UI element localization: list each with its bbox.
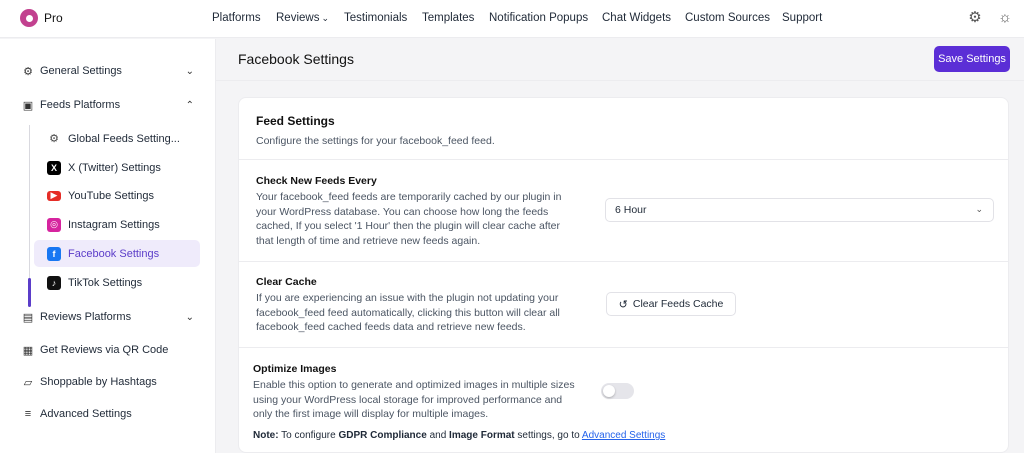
clear-cache-label: Clear Feeds Cache xyxy=(632,298,724,310)
desc-line: that length of time and retrieve new fee… xyxy=(256,234,481,247)
nav-testimonials[interactable]: Testimonials xyxy=(344,12,407,24)
youtube-icon: ▶ xyxy=(47,190,61,201)
optimize-images-toggle[interactable] xyxy=(601,383,634,399)
clear-cache-title: Clear Cache xyxy=(256,276,317,288)
select-value: 6 Hour xyxy=(615,204,647,216)
desc-line: facebook_feed cached feeds data and retr… xyxy=(256,321,526,333)
header-divider xyxy=(216,80,1024,81)
gear-icon: ⚙ xyxy=(23,65,33,78)
active-indicator xyxy=(28,278,31,307)
sidebar-item-advanced-settings[interactable]: ≡ Advanced Settings xyxy=(22,404,132,424)
sidebar-item-general-settings[interactable]: ⚙ General Settings ⌄ xyxy=(22,61,194,81)
sidebar-item-feeds-platforms[interactable]: ▣ Feeds Platforms ⌃ xyxy=(22,95,194,115)
note-text: settings, go to xyxy=(517,430,580,441)
sidebar-item-reviews-platforms[interactable]: ▤ Reviews Platforms ⌄ xyxy=(22,307,194,327)
sidebar-item-label: Facebook Settings xyxy=(68,247,160,260)
chevron-down-icon: ⌄ xyxy=(185,311,194,323)
sidebar-item-tiktok[interactable]: ♪ TikTok Settings xyxy=(34,269,200,296)
nav-support[interactable]: Support xyxy=(782,12,822,24)
nav-custom-sources[interactable]: Custom Sources xyxy=(685,12,770,24)
submenu-line xyxy=(29,125,30,295)
sidebar-item-facebook[interactable]: f Facebook Settings xyxy=(34,240,200,267)
optimize-images-description: Enable this option to generate and optim… xyxy=(253,378,593,422)
sidebar-item-label: General Settings xyxy=(40,65,122,77)
desc-line: Enable this option to generate and optim… xyxy=(253,379,575,391)
gear-icon[interactable]: ⚙ xyxy=(967,10,983,26)
feed-settings-card: Feed Settings Configure the settings for… xyxy=(238,97,1009,453)
tiktok-icon: ♪ xyxy=(47,275,61,290)
save-settings-button[interactable]: Save Settings xyxy=(934,46,1010,72)
divider xyxy=(239,261,1008,262)
chevron-down-icon: ⌄ xyxy=(975,204,983,214)
divider xyxy=(239,347,1008,348)
chevron-down-icon: ⌄ xyxy=(185,65,194,77)
note-text: and xyxy=(429,430,447,441)
instagram-icon: ◎ xyxy=(47,217,61,232)
note-text: To configure xyxy=(281,430,336,441)
sidebar-item-label: YouTube Settings xyxy=(68,189,155,202)
page-title: Facebook Settings xyxy=(238,51,354,67)
gdpr-note: Note: To configure GDPR Compliance and I… xyxy=(253,430,665,441)
clear-cache-description: If you are experiencing an issue with th… xyxy=(256,291,576,335)
sidebar-item-label: Shoppable by Hashtags xyxy=(40,376,157,388)
desc-line: If you are experiencing an issue with th… xyxy=(256,292,559,304)
clear-feeds-cache-button[interactable]: ↺ Clear Feeds Cache xyxy=(606,292,736,316)
sidebar: ⚙ General Settings ⌄ ▣ Feeds Platforms ⌃… xyxy=(0,39,216,453)
card-subtitle: Configure the settings for your facebook… xyxy=(256,135,495,147)
note-bold-image-format: Image Format xyxy=(449,430,515,441)
desc-line: only the first image will display for mu… xyxy=(253,408,489,420)
sidebar-item-qr-code[interactable]: ▦ Get Reviews via QR Code xyxy=(22,340,169,360)
chevron-down-icon: ⌄ xyxy=(321,13,330,23)
desc-line: cached, If you select '1 Hour' then the … xyxy=(256,220,561,232)
sidebar-item-youtube[interactable]: ▶ YouTube Settings xyxy=(34,182,200,209)
sidebar-item-label: Feeds Platforms xyxy=(40,99,121,111)
sidebar-item-label: Get Reviews via QR Code xyxy=(40,344,169,356)
sidebar-item-label: Global Feeds Setting... xyxy=(68,132,180,145)
sidebar-item-shoppable[interactable]: ▱ Shoppable by Hashtags xyxy=(22,372,157,392)
reviews-icon: ▤ xyxy=(22,311,34,324)
brand-logo-icon[interactable] xyxy=(20,9,38,27)
sidebar-item-global-feeds[interactable]: ⚙ Global Feeds Setting... xyxy=(34,125,200,152)
sliders-icon: ≡ xyxy=(24,408,32,420)
qr-code-icon: ▦ xyxy=(22,344,34,357)
desc-line: using your WordPress local storage for i… xyxy=(253,393,563,406)
check-feeds-description: Your facebook_feed feeds are temporarily… xyxy=(256,190,576,248)
check-feeds-title: Check New Feeds Every xyxy=(256,175,377,187)
refresh-icon: ↺ xyxy=(618,298,628,311)
x-twitter-icon: X xyxy=(47,160,61,175)
facebook-icon: f xyxy=(47,246,61,261)
sidebar-item-label: Instagram Settings xyxy=(68,218,160,231)
note-label: Note: xyxy=(253,430,279,441)
sun-icon[interactable]: ☼ xyxy=(997,10,1013,26)
desc-line: facebook_feed feed automatically, clicki… xyxy=(256,306,560,319)
nav-chat-widgets[interactable]: Chat Widgets xyxy=(602,12,671,24)
note-bold-gdpr: GDPR Compliance xyxy=(338,430,427,441)
toggle-knob xyxy=(603,385,615,397)
brand-name: Pro xyxy=(44,11,63,25)
gear-icon: ⚙ xyxy=(49,133,59,145)
optimize-images-title: Optimize Images xyxy=(253,363,337,375)
chevron-up-icon: ⌃ xyxy=(185,99,194,111)
sidebar-item-label: Advanced Settings xyxy=(40,408,132,420)
shopping-bag-icon: ▱ xyxy=(23,376,33,389)
sidebar-item-x-twitter[interactable]: X X (Twitter) Settings xyxy=(34,154,200,181)
desc-line: your WordPress database. You can choose … xyxy=(256,205,549,218)
sidebar-item-label: Reviews Platforms xyxy=(40,311,132,323)
feeds-icon: ▣ xyxy=(22,99,34,112)
nav-notification-popups[interactable]: Notification Popups xyxy=(489,12,588,24)
nav-platforms[interactable]: Platforms xyxy=(212,12,261,24)
nav-reviews-label: Reviews xyxy=(276,12,320,24)
divider xyxy=(239,159,1008,160)
sidebar-item-label: X (Twitter) Settings xyxy=(68,161,161,174)
card-title: Feed Settings xyxy=(256,114,335,128)
cache-interval-select[interactable]: 6 Hour ⌄ xyxy=(605,198,994,222)
nav-templates[interactable]: Templates xyxy=(422,12,474,24)
sidebar-item-label: TikTok Settings xyxy=(68,276,143,289)
advanced-settings-link[interactable]: Advanced Settings xyxy=(582,430,665,441)
nav-reviews[interactable]: Reviews ⌄ xyxy=(276,12,329,24)
sidebar-item-instagram[interactable]: ◎ Instagram Settings xyxy=(34,211,200,238)
top-bar: Pro Platforms Reviews ⌄ Testimonials Temp… xyxy=(0,0,1024,38)
desc-line: Your facebook_feed feeds are temporarily… xyxy=(256,191,562,203)
